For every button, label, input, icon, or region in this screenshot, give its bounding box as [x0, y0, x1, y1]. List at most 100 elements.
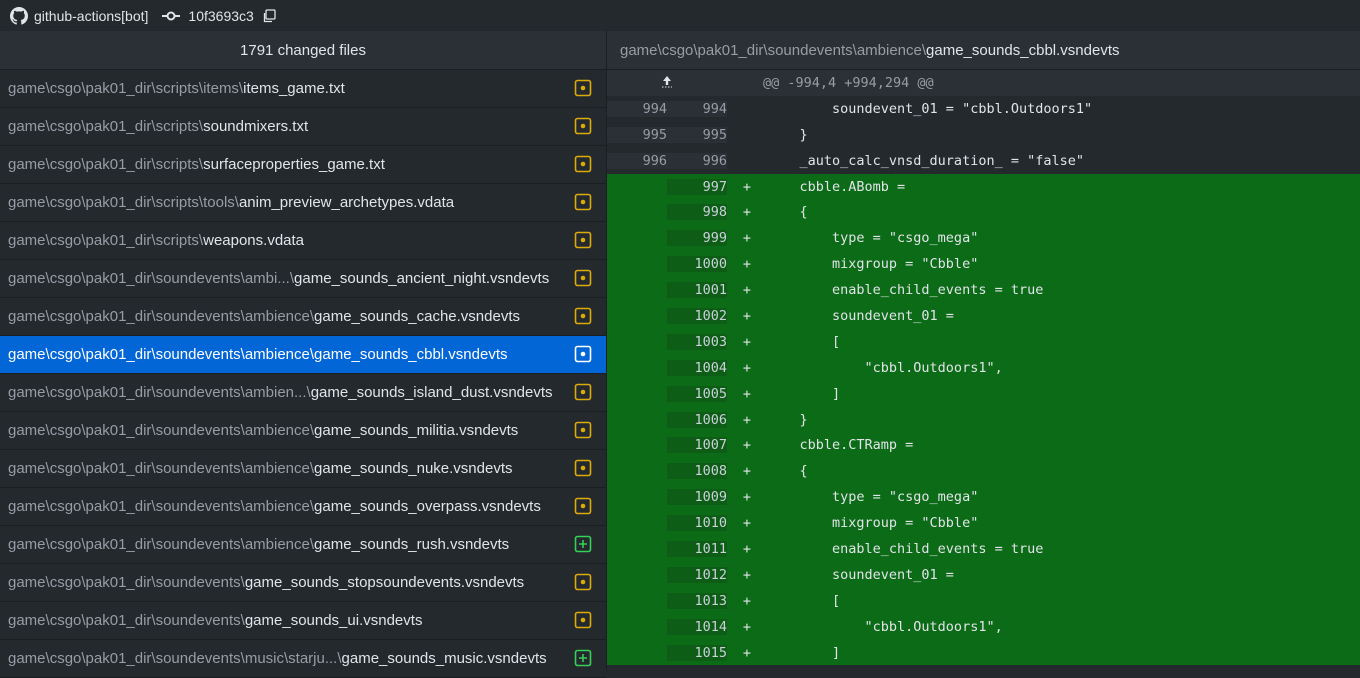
expand-up-icon[interactable] [651, 74, 683, 92]
file-row[interactable]: game\csgo\pak01_dir\soundevents\music\st… [0, 640, 606, 678]
context-line: 994 994 soundevent_01 = "cbbl.Outdoors1" [607, 95, 1360, 122]
new-line-number: 1002 [667, 307, 727, 324]
file-modified-icon [574, 383, 592, 401]
file-name: anim_preview_archetypes.vdata [238, 194, 455, 211]
file-row[interactable]: game\csgo\pak01_dir\scripts\ surfaceprope… [0, 146, 606, 184]
diff-sign: + [742, 333, 752, 350]
diff-sign: + [742, 618, 752, 635]
diff-file-path: game\csgo\pak01_dir\soundevents\ambience… [607, 31, 1360, 70]
new-line-number: 1012 [667, 566, 727, 583]
diff-sign: + [742, 644, 752, 661]
added-line: 997 + cbble.ABomb = [607, 173, 1360, 200]
file-modified-icon [574, 611, 592, 629]
file-modified-icon [574, 307, 592, 325]
github-icon [10, 6, 28, 25]
code-text: enable_child_events = true [767, 282, 1044, 299]
code-text: } [767, 411, 808, 428]
file-name: game_sounds_stopsoundevents.vsndevts [244, 574, 525, 591]
new-line-number: 998 [667, 204, 727, 221]
old-line-number: 994 [607, 100, 667, 117]
old-line-number: 995 [607, 126, 667, 143]
code-text: cbble.ABomb = [767, 178, 906, 195]
copy-icon[interactable] [262, 8, 276, 23]
file-dir: game\csgo\pak01_dir\soundevents\music\st… [8, 650, 342, 667]
file-name: game_sounds_militia.vsndevts [314, 422, 519, 439]
added-line: 1007 + cbble.CTRamp = [607, 432, 1360, 459]
file-dir: game\csgo\pak01_dir\soundevents\ambience… [8, 536, 315, 553]
code-text: _auto_calc_vnsd_duration_ = "false" [767, 152, 1084, 169]
added-line: 1011 + enable_child_events = true [607, 536, 1360, 562]
added-line: 1009 + type = "csgo_mega" [607, 484, 1360, 511]
code-text: [ [767, 592, 841, 609]
code-text: [ [767, 333, 841, 350]
file-dir: game\csgo\pak01_dir\scripts\items\ [8, 80, 244, 97]
code-text: mixgroup = "Cbble" [767, 515, 979, 532]
commit-sha[interactable]: 10f3693c3 [188, 8, 253, 24]
file-name: game_sounds_nuke.vsndevts [314, 460, 513, 477]
diff-path-name: game_sounds_cbbl.vsndevts [926, 41, 1120, 59]
file-name: weapons.vdata [203, 232, 305, 249]
file-dir: game\csgo\pak01_dir\scripts\tools\ [8, 194, 239, 211]
file-dir: game\csgo\pak01_dir\soundevents\ambi...\ [8, 270, 295, 287]
code-text: } [767, 126, 808, 143]
file-name: soundmixers.txt [203, 118, 309, 135]
file-row[interactable]: game\csgo\pak01_dir\soundevents\ game_sou… [0, 564, 606, 602]
added-line: 1003 + [ [607, 328, 1360, 355]
diff-sign: + [742, 592, 752, 609]
code-text: ] [767, 644, 841, 661]
file-row[interactable]: game\csgo\pak01_dir\scripts\items\ items_… [0, 70, 606, 108]
file-dir: game\csgo\pak01_dir\soundevents\ [8, 574, 245, 591]
diff-sign: + [742, 463, 752, 480]
new-line-number: 997 [667, 178, 727, 195]
file-modified-icon [574, 459, 592, 477]
file-row[interactable]: game\csgo\pak01_dir\soundevents\ambien..… [0, 374, 606, 412]
file-dir: game\csgo\pak01_dir\soundevents\ [8, 612, 245, 629]
added-line: 1015 + ] [607, 639, 1360, 666]
file-row[interactable]: game\csgo\pak01_dir\soundevents\ambi...\… [0, 260, 606, 298]
added-line: 999 + type = "csgo_mega" [607, 225, 1360, 252]
file-row[interactable]: game\csgo\pak01_dir\soundevents\ambience… [0, 298, 606, 336]
added-line: 1006 + } [607, 406, 1360, 433]
file-dir: game\csgo\pak01_dir\scripts\ [8, 118, 204, 135]
file-row[interactable]: game\csgo\pak01_dir\soundevents\ambience… [0, 336, 606, 374]
file-dir: game\csgo\pak01_dir\soundevents\ambience… [8, 498, 315, 515]
commit-author[interactable]: github-actions[bot] [34, 8, 148, 24]
new-line-number: 1000 [667, 256, 727, 273]
file-row[interactable]: game\csgo\pak01_dir\soundevents\ambience… [0, 412, 606, 450]
diff-sign: + [742, 540, 752, 557]
new-line-number: 1013 [667, 592, 727, 609]
new-line-number: 1003 [667, 333, 727, 350]
file-row[interactable]: game\csgo\pak01_dir\scripts\ soundmixers.… [0, 108, 606, 146]
file-name: game_sounds_ancient_night.vsndevts [294, 270, 550, 287]
file-dir: game\csgo\pak01_dir\soundevents\ambience… [8, 422, 315, 439]
context-line: 996 996 _auto_calc_vnsd_duration_ = "fals… [607, 147, 1360, 174]
hunk-header: @@ -994,4 +994,294 @@ [763, 74, 934, 91]
file-list: game\csgo\pak01_dir\scripts\items\ items_… [0, 70, 606, 678]
diff-sign: + [742, 256, 752, 273]
new-line-number: 1008 [667, 463, 727, 480]
file-row[interactable]: game\csgo\pak01_dir\scripts\ weapons.vdat… [0, 222, 606, 260]
added-line: 1013 + [ [607, 587, 1360, 614]
code-text: cbble.CTRamp = [767, 437, 914, 454]
new-line-number: 1009 [667, 489, 727, 506]
file-name: game_sounds_rush.vsndevts [314, 536, 510, 553]
file-modified-icon [574, 155, 592, 173]
file-modified-icon [574, 193, 592, 211]
file-row[interactable]: game\csgo\pak01_dir\soundevents\ambience… [0, 526, 606, 564]
added-line: 1008 + { [607, 458, 1360, 485]
file-row[interactable]: game\csgo\pak01_dir\scripts\tools\ anim_p… [0, 184, 606, 222]
file-modified-icon [574, 573, 592, 591]
diff-path-dir: game\csgo\pak01_dir\soundevents\ambience… [620, 41, 927, 59]
file-row[interactable]: game\csgo\pak01_dir\soundevents\ambience… [0, 488, 606, 526]
file-row[interactable]: game\csgo\pak01_dir\soundevents\ game_sou… [0, 602, 606, 640]
file-name: items_game.txt [243, 80, 345, 97]
hunk-header-row: @@ -994,4 +994,294 @@ [607, 70, 1360, 96]
diff-sign: + [742, 489, 752, 506]
added-line: 1004 + "cbbl.Outdoors1", [607, 354, 1360, 381]
code-text: soundevent_01 = [767, 307, 954, 324]
file-row[interactable]: game\csgo\pak01_dir\soundevents\ambience… [0, 450, 606, 488]
file-name: game_sounds_overpass.vsndevts [314, 498, 541, 515]
file-name: game_sounds_cache.vsndevts [314, 308, 520, 325]
diff-sign: + [742, 411, 752, 428]
diff-sign: + [742, 437, 752, 454]
